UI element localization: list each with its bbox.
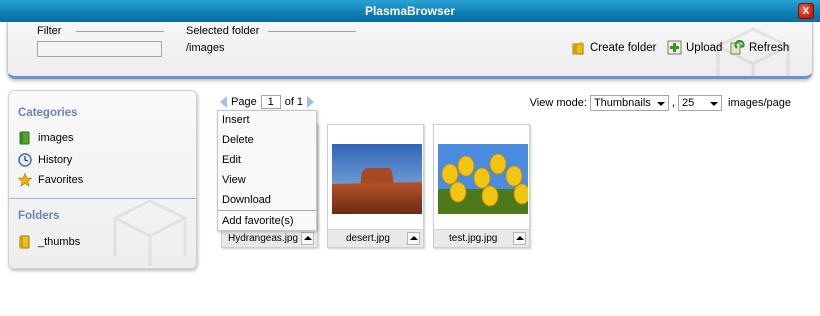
sidebar-item-thumbs[interactable]: _thumbs: [18, 235, 80, 249]
per-page-label: images/page: [728, 97, 791, 109]
thumbnail-image: [438, 144, 528, 214]
selected-folder-rule: [268, 31, 356, 32]
context-menu-add-favorite[interactable]: Add favorite(s): [222, 215, 294, 227]
thumbnail-item[interactable]: desert.jpg: [327, 124, 424, 248]
pager: Page 1 of 1: [220, 95, 315, 109]
upload-icon: [667, 40, 682, 55]
upload-label: Upload: [686, 41, 723, 54]
next-page-icon[interactable]: [307, 96, 315, 108]
selected-folder-label: Selected folder: [186, 25, 260, 37]
create-folder-button[interactable]: Create folder: [571, 40, 656, 55]
sidebar-item-label: _thumbs: [38, 236, 81, 248]
refresh-button[interactable]: Refresh: [730, 39, 790, 55]
close-icon: X: [802, 5, 810, 17]
decorative-cube-icon: [111, 199, 189, 266]
thumbnail-image: [332, 144, 422, 214]
thumbnail-filename: Hydrangeas.jpg: [228, 233, 299, 244]
per-page-select[interactable]: 25: [678, 95, 722, 111]
thumbnail-menu-button[interactable]: [513, 232, 526, 245]
chevron-down-icon: [656, 102, 665, 106]
view-mode-value: Thumbnails: [593, 97, 651, 109]
star-icon: [17, 172, 33, 187]
filter-rule: [76, 31, 164, 32]
categories-heading: Categories: [18, 107, 78, 119]
folders-heading: Folders: [18, 210, 60, 222]
view-separator: ,: [671, 97, 675, 109]
filter-label: Filter: [37, 25, 62, 37]
thumbnail-filename: desert.jpg: [346, 233, 390, 244]
page-count-label: of 1: [284, 96, 304, 108]
clock-icon: [18, 153, 32, 167]
context-menu-separator: [218, 210, 316, 211]
view-mode-label: View mode:: [529, 97, 587, 109]
close-button[interactable]: X: [798, 3, 814, 19]
context-menu-delete[interactable]: Delete: [222, 134, 254, 146]
thumbnail-filename: test.jpg.jpg: [449, 233, 498, 244]
sidebar: Categories images History Favorites Fold…: [8, 90, 197, 269]
thumbnail-item[interactable]: test.jpg.jpg: [433, 124, 530, 248]
sidebar-item-label: images: [38, 132, 74, 144]
sidebar-item-favorites[interactable]: Favorites: [17, 172, 84, 187]
context-menu-edit[interactable]: Edit: [222, 154, 241, 166]
page-input[interactable]: 1: [260, 95, 281, 109]
title-bar: PlasmaBrowser X: [0, 0, 820, 22]
thumbnail-menu-button[interactable]: [407, 232, 420, 245]
chevron-down-icon: [710, 102, 718, 106]
toolbar-panel: Filter Selected folder /images Create fo…: [7, 22, 813, 79]
view-mode-select[interactable]: Thumbnails: [589, 95, 669, 111]
refresh-label: Refresh: [749, 41, 790, 54]
folder-yellow-icon: [18, 235, 32, 249]
sidebar-item-label: History: [38, 154, 73, 166]
new-folder-icon: [571, 40, 586, 55]
upload-button[interactable]: Upload: [667, 40, 722, 55]
filter-input[interactable]: [37, 41, 162, 57]
refresh-icon: [730, 39, 745, 55]
page-label: Page: [231, 96, 257, 108]
context-menu-insert[interactable]: Insert: [222, 114, 250, 126]
sidebar-separator: [9, 198, 196, 199]
previous-page-icon[interactable]: [220, 96, 227, 108]
window-title: PlasmaBrowser: [364, 4, 456, 18]
sidebar-item-images[interactable]: images: [18, 131, 73, 145]
folder-green-icon: [18, 131, 32, 145]
create-folder-label: Create folder: [590, 41, 657, 54]
selected-folder-path: /images: [186, 42, 225, 54]
context-menu-view[interactable]: View: [222, 174, 246, 186]
context-menu: Insert Delete Edit View Download Add fav…: [217, 110, 317, 231]
sidebar-item-history[interactable]: History: [18, 153, 72, 167]
thumbnail-menu-button[interactable]: [301, 232, 314, 245]
view-mode-controls: View mode: Thumbnails , 25 images/page: [530, 95, 791, 111]
context-menu-download[interactable]: Download: [222, 194, 271, 206]
per-page-value: 25: [682, 97, 695, 109]
sidebar-item-label: Favorites: [38, 174, 84, 186]
